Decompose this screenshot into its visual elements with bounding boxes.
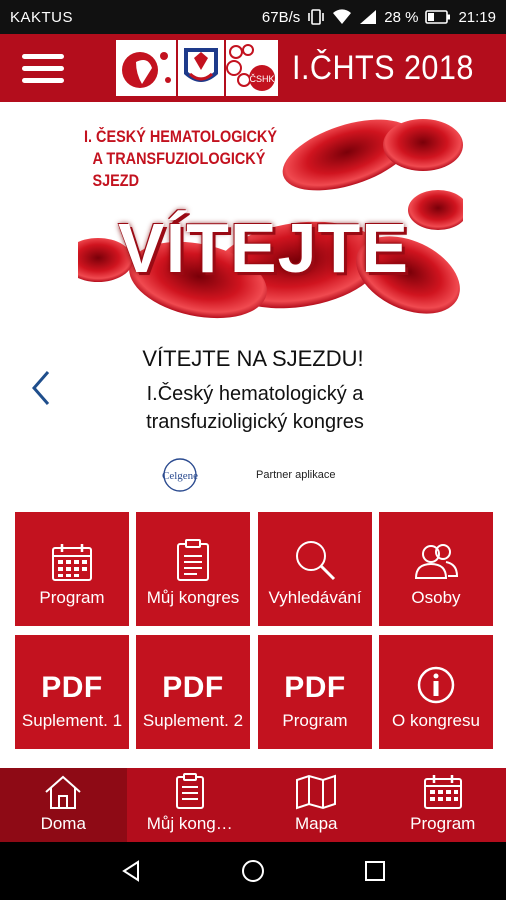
app-bar: ČSHK I.ČHTS 2018 bbox=[0, 34, 506, 102]
tile-label: Suplement. 2 bbox=[142, 711, 244, 730]
celgene-logo: Celgene bbox=[162, 458, 198, 492]
banner-subtitle: I. ČESKÝ HEMATOLOGICKÝ A TRANSFUZIOLOGIC… bbox=[84, 127, 277, 190]
svg-text:ČSHK: ČSHK bbox=[249, 74, 274, 84]
system-home-button[interactable] bbox=[233, 851, 273, 891]
nav-my-congress[interactable]: Můj kong… bbox=[127, 768, 254, 842]
carousel-heading: VÍTEJTE NA SJEZDU! bbox=[142, 346, 364, 371]
status-icons: 67B/s 28 % 21:19 bbox=[262, 9, 496, 26]
home-circle-icon bbox=[242, 860, 264, 882]
tile-label: Program bbox=[282, 711, 348, 730]
cshk-logo: ČSHK bbox=[226, 40, 278, 96]
hematology-society-logo bbox=[116, 40, 176, 96]
pdf-icon: PDF bbox=[41, 671, 103, 704]
carousel-prev-button[interactable] bbox=[26, 368, 56, 408]
vibrate-icon bbox=[307, 9, 325, 25]
nav-label: Mapa bbox=[294, 814, 338, 833]
nav-home[interactable]: Doma bbox=[0, 768, 127, 842]
clipboard-icon bbox=[177, 539, 209, 581]
tile-people[interactable]: Osoby bbox=[379, 512, 493, 626]
nav-label: Program bbox=[410, 814, 476, 833]
tile-label: Suplement. 1 bbox=[21, 711, 123, 730]
nav-label: Doma bbox=[40, 814, 86, 833]
app-title: I.ČHTS 2018 bbox=[292, 48, 474, 87]
chevron-left-icon bbox=[32, 371, 50, 405]
tile-search[interactable]: Vyhledávání bbox=[258, 512, 372, 626]
carousel-description: I.Český hematologický a transfuzioligick… bbox=[146, 383, 364, 433]
calendar-icon bbox=[52, 544, 92, 581]
status-bar: KAKTUS 67B/s 28 % 21:19 bbox=[0, 0, 506, 34]
search-icon bbox=[296, 541, 336, 581]
app-partner[interactable]: Celgene Partner aplikace bbox=[160, 455, 360, 495]
menu-button[interactable] bbox=[22, 45, 68, 91]
system-recents-button[interactable] bbox=[355, 851, 395, 891]
welcome-banner: I. ČESKÝ HEMATOLOGICKÝ A TRANSFUZIOLOGIC… bbox=[78, 110, 463, 325]
home-icon bbox=[45, 775, 81, 809]
info-icon bbox=[417, 666, 455, 704]
map-icon bbox=[296, 774, 337, 810]
tile-about-congress[interactable]: O kongresu bbox=[379, 635, 493, 749]
welcome-carousel: VÍTEJTE NA SJEZDU! I.Český hematologický… bbox=[0, 338, 506, 448]
tile-label: Program bbox=[39, 588, 105, 607]
tile-label: O kongresu bbox=[392, 711, 480, 730]
system-navigation-bar bbox=[0, 842, 506, 900]
nav-program[interactable]: Program bbox=[380, 768, 506, 842]
clock: 21:19 bbox=[458, 8, 496, 26]
pdf-icon: PDF bbox=[284, 671, 346, 704]
wifi-icon bbox=[332, 9, 352, 25]
system-back-button[interactable] bbox=[111, 851, 151, 891]
society-logos: ČSHK bbox=[116, 40, 278, 96]
tile-label: Vyhledávání bbox=[268, 588, 362, 607]
battery-percent: 28 % bbox=[384, 8, 419, 26]
tile-program[interactable]: Program bbox=[15, 512, 129, 626]
svg-text:Celgene: Celgene bbox=[162, 470, 198, 482]
people-icon bbox=[414, 544, 459, 579]
nav-label: Můj kong… bbox=[146, 814, 233, 833]
tile-program-pdf[interactable]: PDF Program bbox=[258, 635, 372, 749]
pdf-icon: PDF bbox=[162, 671, 224, 704]
recents-square-icon bbox=[365, 861, 385, 881]
battery-icon bbox=[425, 10, 451, 24]
banner-headline: VÍTEJTE bbox=[118, 209, 409, 287]
net-speed: 67B/s bbox=[261, 8, 301, 26]
clipboard-icon bbox=[175, 773, 204, 809]
tile-my-congress[interactable]: Můj kongres bbox=[136, 512, 250, 626]
bottom-navigation: Doma Můj kong… Mapa Program bbox=[0, 768, 506, 842]
transfusion-society-logo bbox=[178, 40, 224, 96]
nav-map[interactable]: Mapa bbox=[253, 768, 380, 842]
menu-icon bbox=[22, 53, 64, 59]
signal-icon bbox=[359, 9, 377, 25]
tile-label: Můj kongres bbox=[146, 588, 240, 607]
tile-supplement-2[interactable]: PDF Suplement. 2 bbox=[136, 635, 250, 749]
tile-supplement-1[interactable]: PDF Suplement. 1 bbox=[15, 635, 129, 749]
tile-label: Osoby bbox=[411, 588, 461, 607]
back-triangle-icon bbox=[122, 860, 139, 882]
partner-label: Partner aplikace bbox=[256, 469, 336, 481]
calendar-icon bbox=[423, 775, 462, 809]
carrier-name: KAKTUS bbox=[10, 8, 74, 26]
